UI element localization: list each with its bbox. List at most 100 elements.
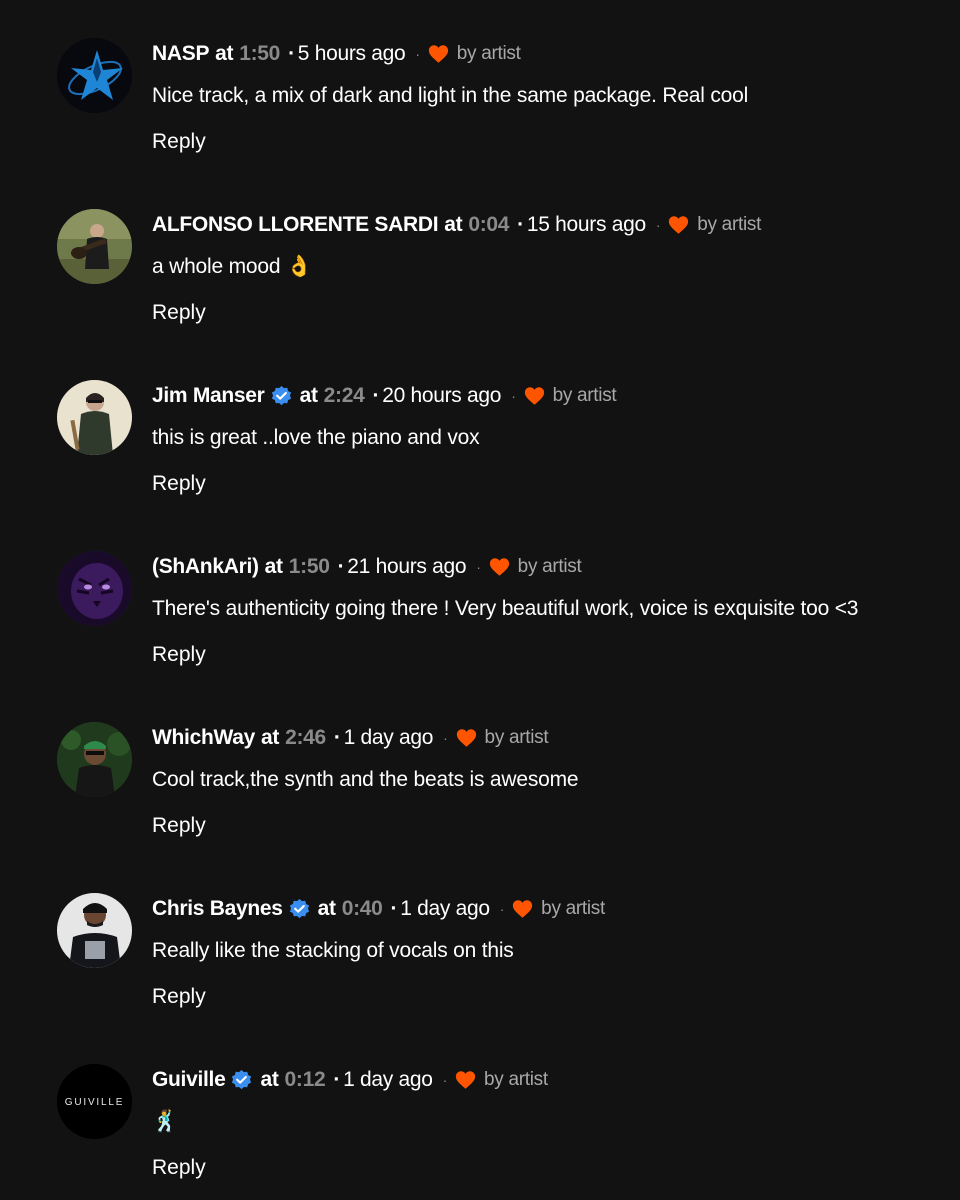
comment-item: Jim Manser at 2:24 · 20 hours ago · by a… bbox=[0, 342, 960, 513]
heart-icon bbox=[455, 1070, 476, 1090]
separator-dot: · bbox=[499, 901, 505, 917]
username[interactable]: Guiville bbox=[152, 1068, 226, 1092]
at-label: at bbox=[215, 42, 234, 65]
avatar-nasp-star-image bbox=[57, 38, 132, 113]
liked-by-artist-label: by artist bbox=[541, 898, 605, 919]
comment-body: a whole mood 👌 bbox=[152, 255, 312, 278]
comment-body: Nice track, a mix of dark and light in t… bbox=[152, 84, 749, 107]
username[interactable]: Chris Baynes bbox=[152, 897, 283, 921]
comment-item: NASP at 1:50 · 5 hours ago · by artist N… bbox=[0, 0, 960, 171]
comment-body: 🕺 bbox=[152, 1110, 178, 1133]
at-label: at bbox=[261, 726, 280, 749]
time-ago: 1 day ago bbox=[400, 897, 490, 920]
comment-header: Chris Baynes at 0:40 · 1 day ago · by ar… bbox=[152, 895, 605, 923]
separator-dot: · bbox=[655, 217, 661, 233]
comment-header: WhichWay at 2:46 · 1 day ago · by artist bbox=[152, 724, 549, 752]
comment-body: Cool track,the synth and the beats is aw… bbox=[152, 768, 579, 791]
liked-by-artist-label: by artist bbox=[456, 43, 521, 64]
comment-body: Really like the stacking of vocals on th… bbox=[152, 939, 514, 962]
username[interactable]: NASP bbox=[152, 42, 209, 66]
reply-button[interactable]: Reply bbox=[152, 130, 206, 154]
comment-header: NASP at 1:50 · 5 hours ago · by artist bbox=[152, 40, 521, 68]
avatar-guitarist-photo bbox=[57, 209, 132, 284]
avatar[interactable] bbox=[57, 209, 132, 284]
track-timestamp[interactable]: 1:50 bbox=[239, 42, 280, 66]
reply-button[interactable]: Reply bbox=[152, 472, 206, 496]
track-timestamp[interactable]: 1:50 bbox=[289, 555, 330, 579]
time-ago: 15 hours ago bbox=[526, 213, 646, 236]
reply-button[interactable]: Reply bbox=[152, 985, 206, 1009]
avatar[interactable] bbox=[57, 893, 132, 968]
avatar-person-photo bbox=[57, 380, 132, 455]
liked-by-artist-label: by artist bbox=[517, 556, 582, 577]
avatar-logo-text: GUIVILLE bbox=[65, 1097, 124, 1108]
separator-dot: · bbox=[390, 897, 398, 920]
reply-button[interactable]: Reply bbox=[152, 1156, 206, 1180]
avatar[interactable] bbox=[57, 551, 132, 626]
heart-icon bbox=[456, 728, 477, 748]
time-ago: 5 hours ago bbox=[297, 42, 406, 65]
heart-icon bbox=[512, 899, 533, 919]
username[interactable]: Jim Manser bbox=[152, 384, 265, 408]
time-ago: 1 day ago bbox=[343, 726, 434, 749]
avatar-person-photo bbox=[57, 893, 132, 968]
verified-badge-icon bbox=[270, 385, 293, 408]
separator-dot: · bbox=[372, 384, 380, 407]
avatar-purple-tiger-image bbox=[57, 551, 132, 626]
avatar[interactable] bbox=[57, 722, 132, 797]
separator-dot: · bbox=[443, 730, 448, 746]
separator-dot: · bbox=[442, 1072, 448, 1088]
separator-dot: · bbox=[511, 388, 516, 404]
time-ago: 20 hours ago bbox=[382, 384, 502, 407]
separator-dot: · bbox=[476, 559, 481, 575]
at-label: at bbox=[264, 555, 283, 578]
at-label: at bbox=[299, 384, 318, 407]
avatar[interactable] bbox=[57, 380, 132, 455]
comment-body: this is great ..love the piano and vox bbox=[152, 426, 480, 449]
comment-item: Chris Baynes at 0:40 · 1 day ago · by ar… bbox=[0, 855, 960, 1026]
avatar-guiville-logo: GUIVILLE bbox=[57, 1064, 132, 1139]
separator-dot: · bbox=[333, 1068, 341, 1091]
at-label: at bbox=[260, 1068, 279, 1091]
separator-dot: · bbox=[337, 555, 345, 578]
at-label: at bbox=[317, 897, 336, 920]
time-ago: 21 hours ago bbox=[347, 555, 467, 578]
username[interactable]: WhichWay bbox=[152, 726, 255, 750]
comment-header: Jim Manser at 2:24 · 20 hours ago · by a… bbox=[152, 382, 617, 410]
reply-button[interactable]: Reply bbox=[152, 643, 206, 667]
heart-icon bbox=[489, 557, 510, 577]
liked-by-artist-label: by artist bbox=[697, 214, 762, 235]
track-timestamp[interactable]: 0:04 bbox=[468, 213, 509, 237]
separator-dot: · bbox=[333, 726, 341, 749]
heart-icon bbox=[668, 215, 689, 235]
verified-badge-icon bbox=[288, 898, 311, 921]
username[interactable]: (ShAnkAri) bbox=[152, 555, 259, 579]
liked-by-artist-label: by artist bbox=[484, 727, 549, 748]
avatar-person-photo bbox=[57, 722, 132, 797]
comment-header: ALFONSO LLORENTE SARDI at 0:04 · 15 hour… bbox=[152, 211, 761, 239]
verified-badge-icon bbox=[230, 1069, 253, 1092]
comment-item: GUIVILLE Guiville at 0:12 · 1 day ago · … bbox=[0, 1026, 960, 1197]
avatar[interactable] bbox=[57, 38, 132, 113]
username[interactable]: ALFONSO LLORENTE SARDI bbox=[152, 213, 439, 237]
comment-header: Guiville at 0:12 · 1 day ago · by artist bbox=[152, 1066, 548, 1094]
comment-item: ALFONSO LLORENTE SARDI at 0:04 · 15 hour… bbox=[0, 171, 960, 342]
comment-body: There's authenticity going there ! Very … bbox=[152, 597, 859, 620]
reply-button[interactable]: Reply bbox=[152, 301, 206, 325]
at-label: at bbox=[444, 213, 463, 236]
comment-item: WhichWay at 2:46 · 1 day ago · by artist… bbox=[0, 684, 960, 855]
comment-header: (ShAnkAri) at 1:50 · 21 hours ago · by a… bbox=[152, 553, 582, 581]
separator-dot: · bbox=[288, 42, 295, 65]
reply-button[interactable]: Reply bbox=[152, 814, 206, 838]
track-timestamp[interactable]: 2:46 bbox=[285, 726, 326, 750]
time-ago: 1 day ago bbox=[343, 1068, 433, 1091]
track-timestamp[interactable]: 2:24 bbox=[324, 384, 365, 408]
heart-icon bbox=[428, 44, 449, 64]
track-timestamp[interactable]: 0:12 bbox=[285, 1068, 326, 1092]
liked-by-artist-label: by artist bbox=[484, 1069, 548, 1090]
track-timestamp[interactable]: 0:40 bbox=[342, 897, 383, 921]
separator-dot: · bbox=[415, 46, 420, 62]
comment-item: (ShAnkAri) at 1:50 · 21 hours ago · by a… bbox=[0, 513, 960, 684]
separator-dot: · bbox=[517, 213, 524, 236]
avatar[interactable]: GUIVILLE bbox=[57, 1064, 132, 1139]
